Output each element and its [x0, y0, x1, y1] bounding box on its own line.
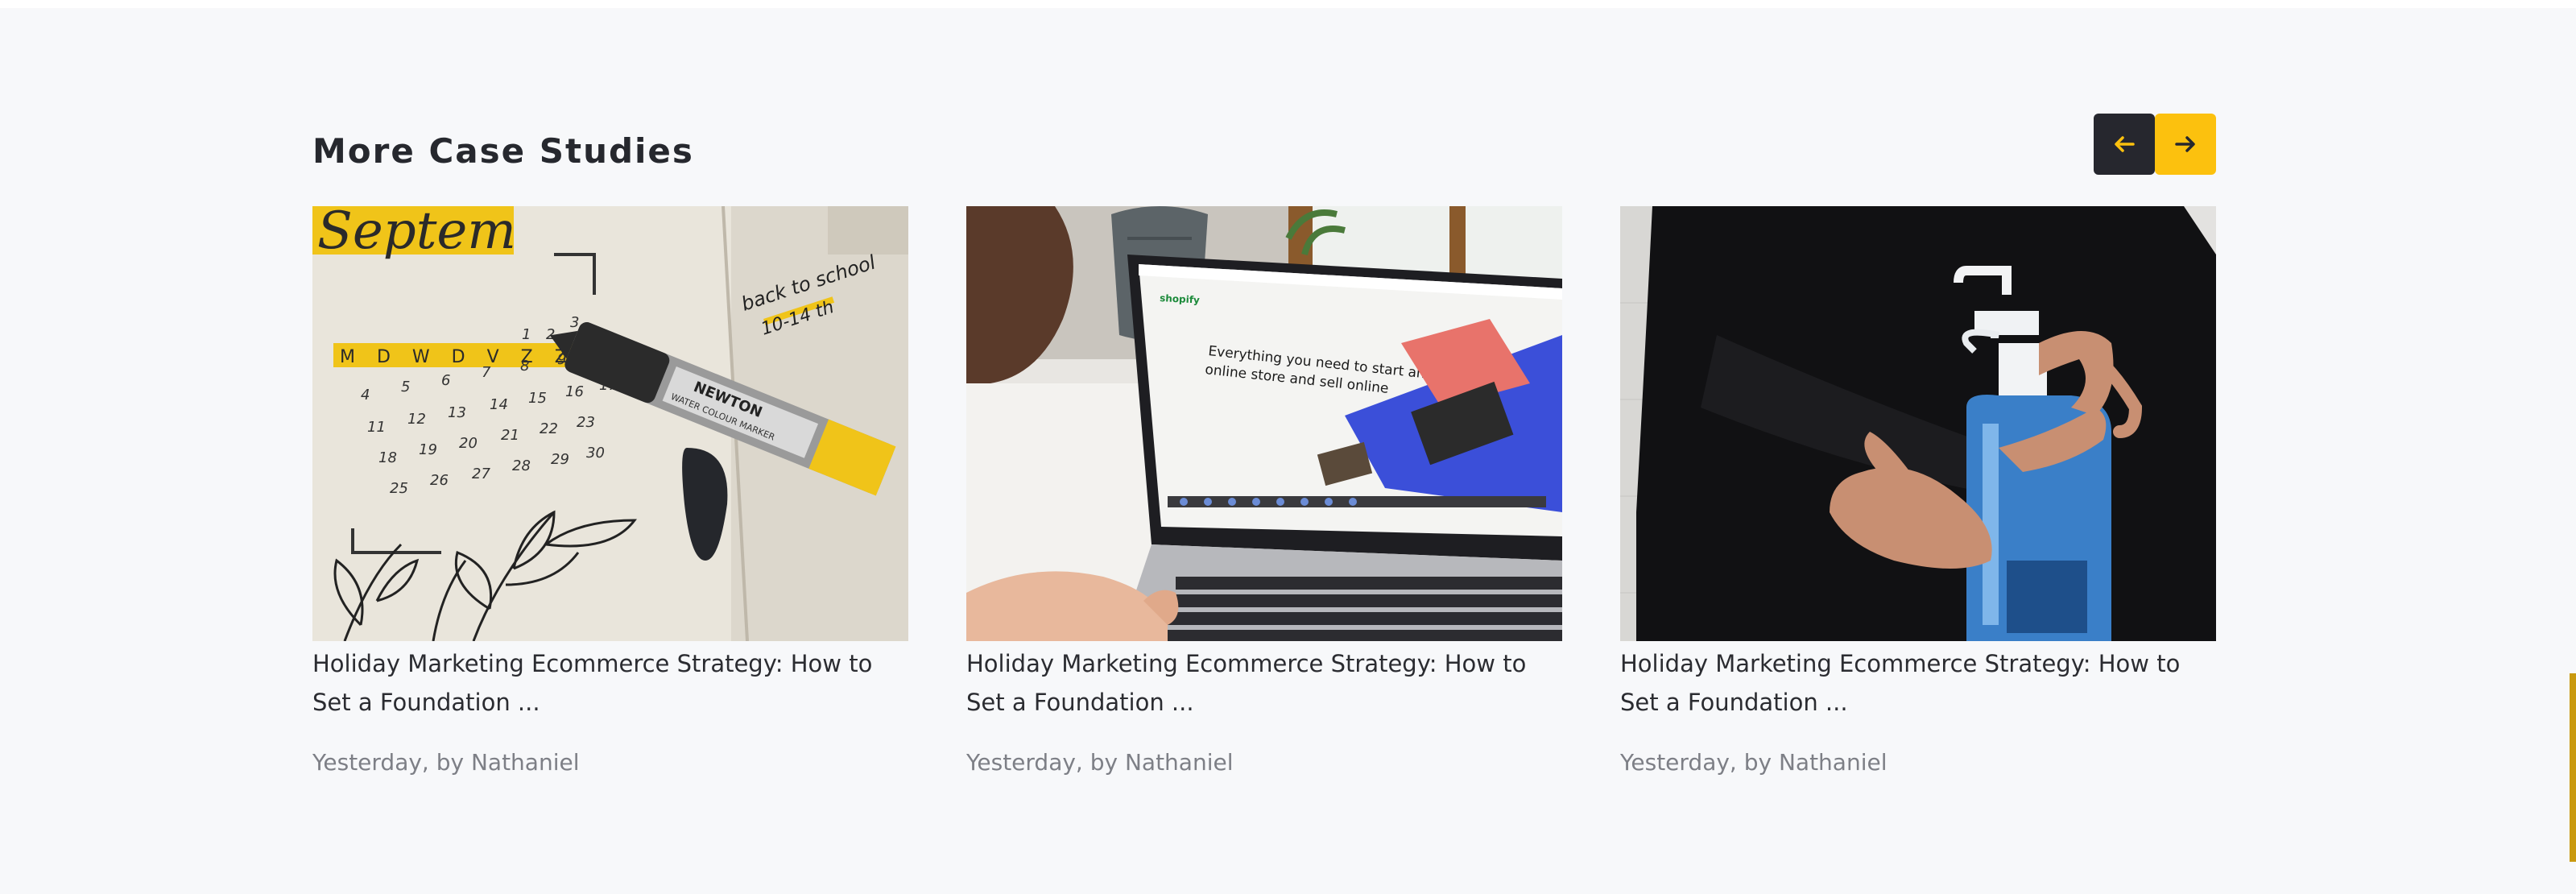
- laptop-brand-text: shopify: [1160, 292, 1201, 306]
- hand-sanitizer-image[interactable]: [1620, 206, 2216, 641]
- more-case-studies-section: More Case Studies Septem M D W D V Z Z 1…: [0, 8, 2576, 894]
- carousel-next-button[interactable]: [2155, 114, 2216, 175]
- arrow-left-icon: [2115, 136, 2135, 152]
- case-study-card[interactable]: Holiday Marketing Ecommerce Strategy: Ho…: [1620, 206, 2216, 779]
- case-study-card[interactable]: Septem M D W D V Z Z 123 45678910 111213…: [312, 206, 908, 779]
- svg-text:20: 20: [459, 435, 478, 452]
- svg-text:7: 7: [482, 364, 491, 381]
- svg-text:4: 4: [361, 387, 370, 404]
- svg-text:12: 12: [407, 411, 426, 428]
- svg-text:23: 23: [577, 414, 595, 431]
- svg-text:8: 8: [520, 358, 529, 375]
- card-meta: Yesterday, by Nathaniel: [312, 749, 580, 776]
- svg-text:14: 14: [490, 396, 508, 413]
- case-study-card[interactable]: shopify Everything you need to start an …: [966, 206, 1562, 779]
- laptop-store-image[interactable]: shopify Everything you need to start an …: [966, 206, 1562, 641]
- svg-text:16: 16: [565, 383, 584, 400]
- calendar-month-text: Septem: [317, 206, 516, 261]
- svg-text:3: 3: [570, 314, 579, 331]
- svg-text:11: 11: [367, 419, 386, 436]
- svg-text:13: 13: [448, 404, 466, 421]
- svg-text:15: 15: [528, 390, 547, 407]
- scrollbar-thumb[interactable]: [2570, 673, 2576, 862]
- svg-text:6: 6: [441, 372, 450, 389]
- top-divider: [0, 0, 2576, 8]
- svg-text:25: 25: [390, 480, 408, 497]
- calendar-days-text: M D W D V Z Z: [340, 347, 575, 367]
- card-title[interactable]: Holiday Marketing Ecommerce Strategy: Ho…: [1620, 644, 2216, 722]
- svg-text:18: 18: [378, 449, 397, 466]
- calendar-notebook-image[interactable]: Septem M D W D V Z Z 123 45678910 111213…: [312, 206, 908, 641]
- carousel-prev-button[interactable]: [2094, 114, 2155, 175]
- svg-text:30: 30: [586, 445, 605, 461]
- section-title: More Case Studies: [312, 131, 694, 171]
- svg-text:19: 19: [419, 441, 437, 458]
- svg-text:27: 27: [472, 466, 490, 482]
- svg-text:1: 1: [522, 326, 531, 343]
- svg-text:21: 21: [501, 427, 519, 444]
- card-title[interactable]: Holiday Marketing Ecommerce Strategy: Ho…: [966, 644, 1562, 722]
- svg-text:5: 5: [401, 379, 410, 395]
- card-meta: Yesterday, by Nathaniel: [966, 749, 1234, 776]
- svg-text:28: 28: [512, 457, 531, 474]
- svg-text:26: 26: [430, 472, 449, 489]
- svg-text:22: 22: [540, 420, 558, 437]
- card-meta: Yesterday, by Nathaniel: [1620, 749, 1888, 776]
- svg-text:29: 29: [551, 451, 569, 468]
- card-title[interactable]: Holiday Marketing Ecommerce Strategy: Ho…: [312, 644, 908, 722]
- arrow-right-icon: [2175, 136, 2195, 152]
